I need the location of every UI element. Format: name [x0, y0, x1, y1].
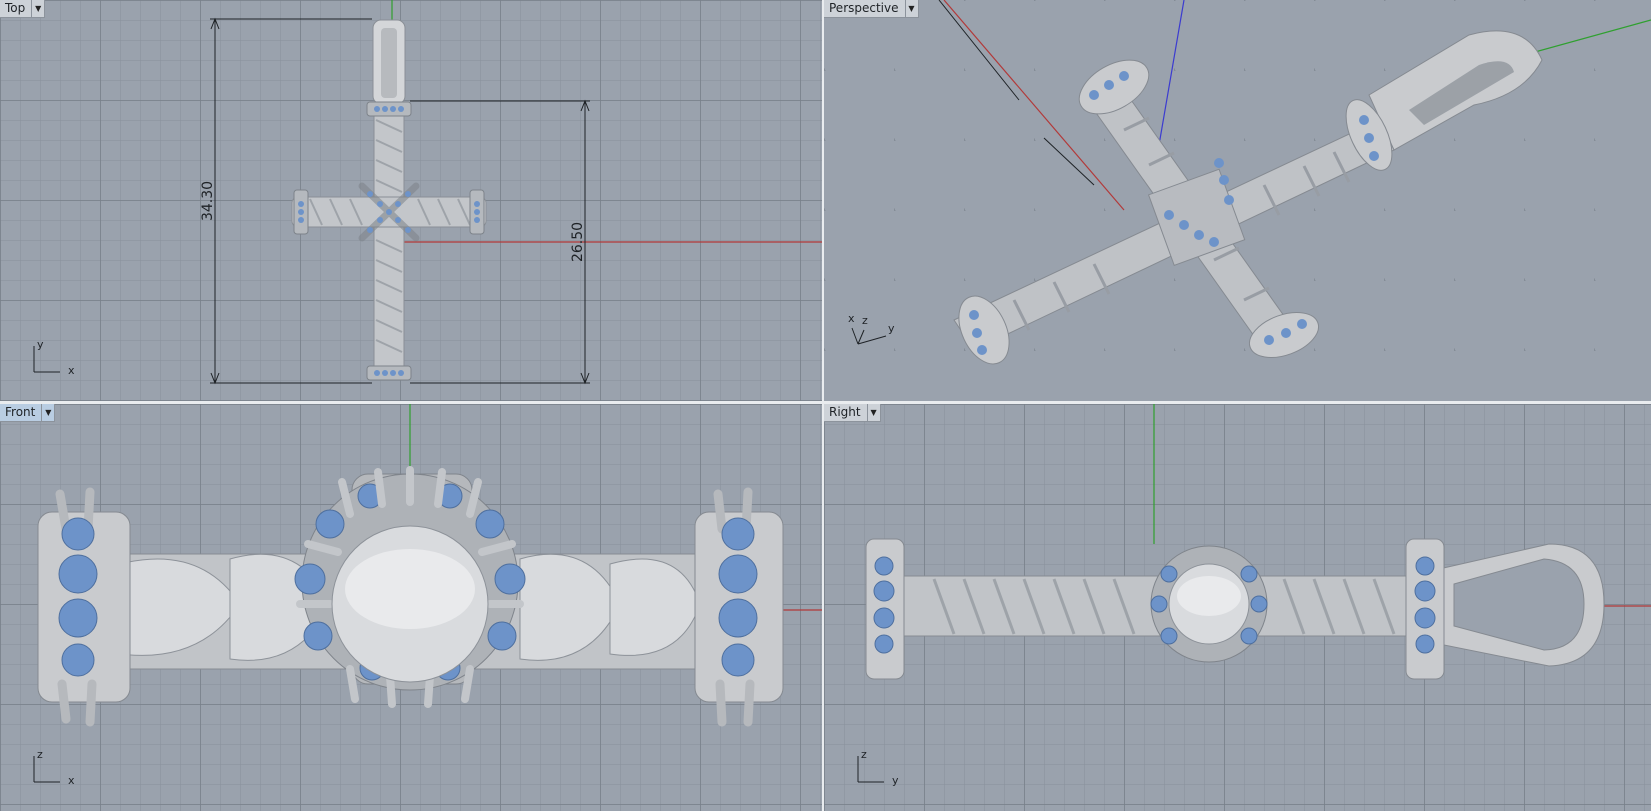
viewport-right[interactable]: Right ▼ z y — [824, 404, 1651, 811]
viewport-tab-front[interactable]: Front ▼ — [0, 404, 56, 422]
dimension-overall-text: 34.30 — [200, 181, 216, 221]
axis-y-label: y — [892, 774, 899, 787]
axis-z-label: z — [37, 748, 43, 761]
axis-x-label: x — [68, 364, 75, 377]
axis-z-label: z — [862, 314, 868, 327]
axis-indicator: z y — [852, 748, 902, 791]
viewport-front[interactable]: Front ▼ z x — [0, 404, 822, 811]
axis-indicator: x z y — [848, 312, 898, 353]
chevron-down-icon[interactable]: ▼ — [31, 0, 44, 17]
cross-pendant-model[interactable] — [291, 19, 487, 381]
right-view-scene[interactable] — [824, 404, 1651, 811]
front-view-scene[interactable] — [0, 404, 822, 811]
axis-indicator: z x — [28, 748, 78, 791]
construction-line — [938, 0, 1020, 101]
cross-pendant-model[interactable] — [865, 538, 1605, 680]
viewport-perspective[interactable]: Perspective ▼ x z y — [824, 0, 1651, 401]
chevron-down-icon[interactable]: ▼ — [41, 404, 54, 421]
chevron-down-icon[interactable]: ▼ — [904, 0, 918, 17]
cross-pendant-model[interactable] — [37, 466, 784, 727]
z-axis-line — [1158, 0, 1185, 146]
viewport-title[interactable]: Perspective — [824, 0, 905, 17]
axis-z-label: z — [861, 748, 867, 761]
chevron-down-icon[interactable]: ▼ — [866, 404, 880, 421]
axis-y-label: y — [888, 322, 895, 335]
axis-x-label: x — [848, 312, 855, 325]
top-view-scene[interactable]: 34.30 26.50 — [0, 0, 822, 401]
viewport-tab-right[interactable]: Right ▼ — [824, 404, 881, 422]
cross-pendant-model[interactable] — [949, 30, 1543, 372]
viewport-title[interactable]: Top — [0, 0, 31, 17]
viewport-tab-perspective[interactable]: Perspective ▼ — [824, 0, 919, 18]
viewport-title[interactable]: Right — [824, 404, 867, 421]
axis-y-label: y — [37, 338, 44, 351]
viewport-top[interactable]: Top ▼ 34.30 26.50 y x — [0, 0, 822, 401]
viewport-tab-top[interactable]: Top ▼ — [0, 0, 46, 18]
y-axis-line — [1523, 19, 1651, 56]
perspective-view-scene[interactable] — [824, 0, 1651, 401]
viewport-title[interactable]: Front — [0, 404, 41, 421]
axis-x-label: x — [68, 774, 75, 787]
axis-indicator: y x — [28, 338, 78, 381]
dimension-cross-text: 26.50 — [570, 222, 586, 262]
